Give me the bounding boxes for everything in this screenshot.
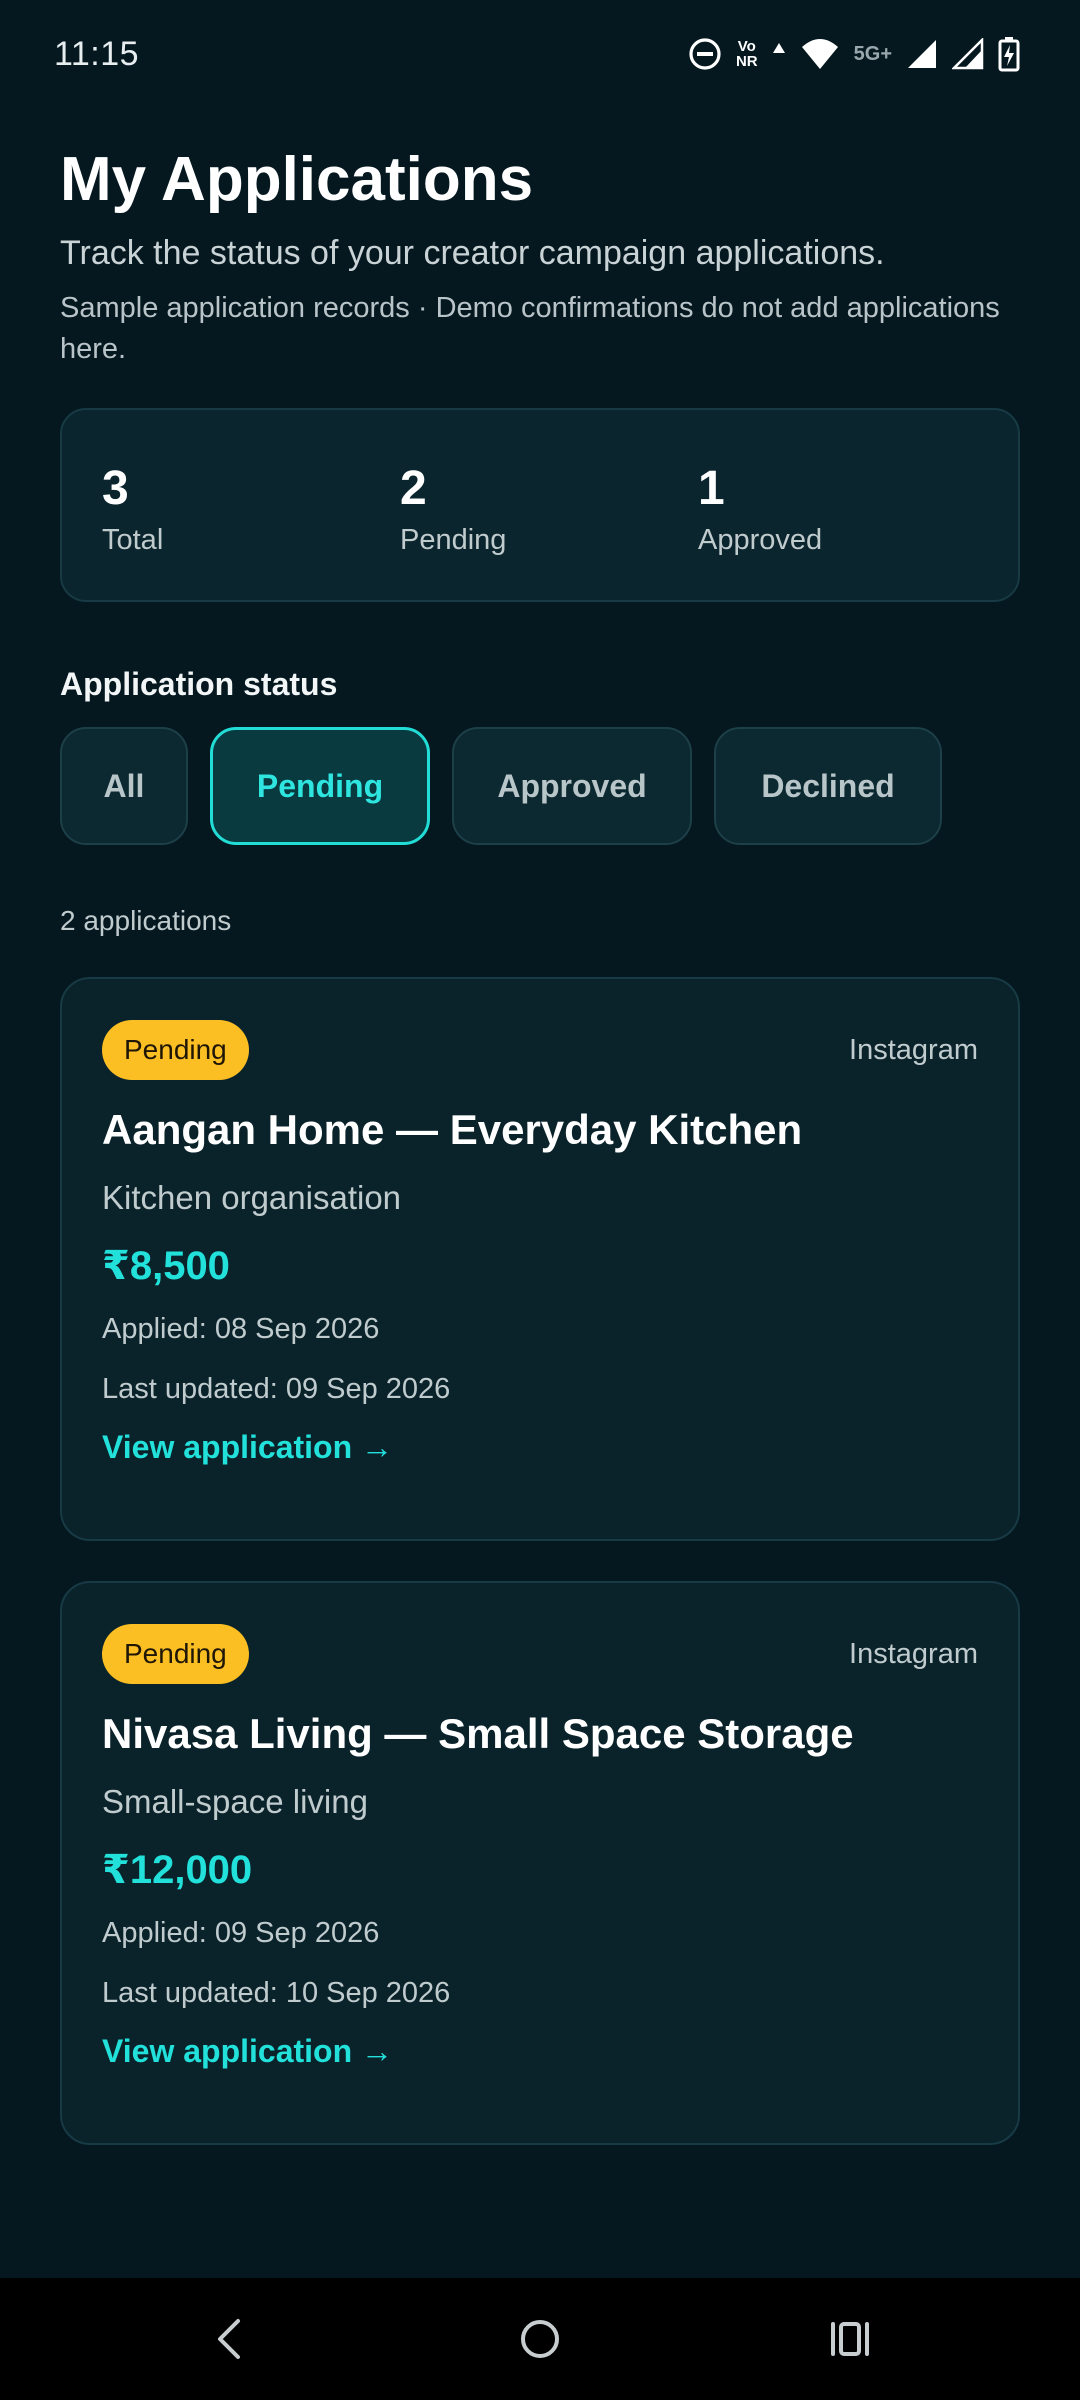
card-header: Pending Instagram	[102, 1019, 978, 1081]
campaign-category: Kitchen organisation	[102, 1179, 402, 1216]
stat-pending-label: Pending	[400, 524, 507, 556]
stat-approved-value: 1	[698, 462, 725, 515]
filter-chip-pending[interactable]: Pending	[210, 727, 430, 845]
signal-icon	[906, 38, 938, 70]
data-arrow-icon	[772, 37, 786, 71]
applied-date: Applied: 09 Sep 2026	[102, 1917, 380, 1949]
volte-icon: Vo NR	[736, 39, 758, 69]
campaign-title: Aangan Home — Everyday Kitchen	[102, 1106, 803, 1153]
campaign-amount: ₹8,500	[102, 1244, 230, 1288]
stat-pending-value: 2	[400, 462, 427, 515]
filter-chip-all[interactable]: All	[60, 727, 188, 845]
battery-charging-icon	[998, 36, 1020, 72]
wifi-icon	[800, 37, 840, 71]
page-title: My Applications	[60, 145, 534, 214]
page-note: Sample application records · Demo confir…	[60, 292, 1000, 365]
result-count: 2 applications	[60, 905, 232, 936]
campaign-amount: ₹12,000	[102, 1848, 253, 1892]
filter-chip-declined[interactable]: Declined	[714, 727, 942, 845]
stat-approved: 1 Approved	[698, 462, 996, 600]
view-application-link[interactable]: View application →	[102, 1429, 393, 1466]
stat-total-value: 3	[102, 462, 129, 515]
status-filter-chips: All Pending Approved Declined	[60, 727, 1020, 845]
signal-2-icon	[952, 38, 984, 70]
updated-date: Last updated: 09 Sep 2026	[102, 1373, 451, 1405]
volte-top-label: Vo	[737, 38, 756, 55]
screen: 11:15 Vo NR 5G+ My Applications Track th…	[0, 0, 1080, 2400]
card-header: Pending Instagram	[102, 1623, 978, 1685]
status-badge: Pending	[102, 1624, 249, 1684]
stat-total: 3 Total	[102, 462, 400, 600]
stat-total-label: Total	[102, 524, 164, 556]
status-icons: Vo NR 5G+	[688, 36, 1020, 72]
main-content: My Applications Track the status of your…	[60, 140, 1020, 2145]
volte-bottom-label: NR	[735, 53, 758, 70]
status-time: 11:15	[54, 34, 140, 73]
application-card[interactable]: Pending Instagram Nivasa Living — Small …	[60, 1581, 1020, 2145]
view-application-link[interactable]: View application →	[102, 2033, 393, 2070]
system-nav-bar	[0, 2278, 1080, 2400]
stats-summary: 3 Total 2 Pending 1 Approved	[60, 408, 1020, 602]
back-icon[interactable]	[200, 2309, 260, 2369]
stat-pending: 2 Pending	[400, 462, 698, 600]
dnd-icon	[688, 37, 722, 71]
status-bar: 11:15 Vo NR 5G+	[0, 0, 1080, 108]
campaign-category: Small-space living	[102, 1783, 368, 1820]
platform-label: Instagram	[849, 1637, 978, 1670]
application-card[interactable]: Pending Instagram Aangan Home — Everyday…	[60, 977, 1020, 1541]
recents-icon[interactable]	[820, 2309, 880, 2369]
page-subtitle: Track the status of your creator campaig…	[60, 234, 885, 272]
campaign-title: Nivasa Living — Small Space Storage	[102, 1710, 854, 1757]
status-filter-label: Application status	[60, 666, 338, 702]
home-icon[interactable]	[510, 2309, 570, 2369]
platform-label: Instagram	[849, 1033, 978, 1066]
status-badge: Pending	[102, 1020, 249, 1080]
stat-approved-label: Approved	[698, 524, 823, 556]
updated-date: Last updated: 10 Sep 2026	[102, 1977, 451, 2009]
filter-chip-approved[interactable]: Approved	[452, 727, 692, 845]
applied-date: Applied: 08 Sep 2026	[102, 1313, 380, 1345]
network-type-label: 5G+	[853, 42, 892, 65]
